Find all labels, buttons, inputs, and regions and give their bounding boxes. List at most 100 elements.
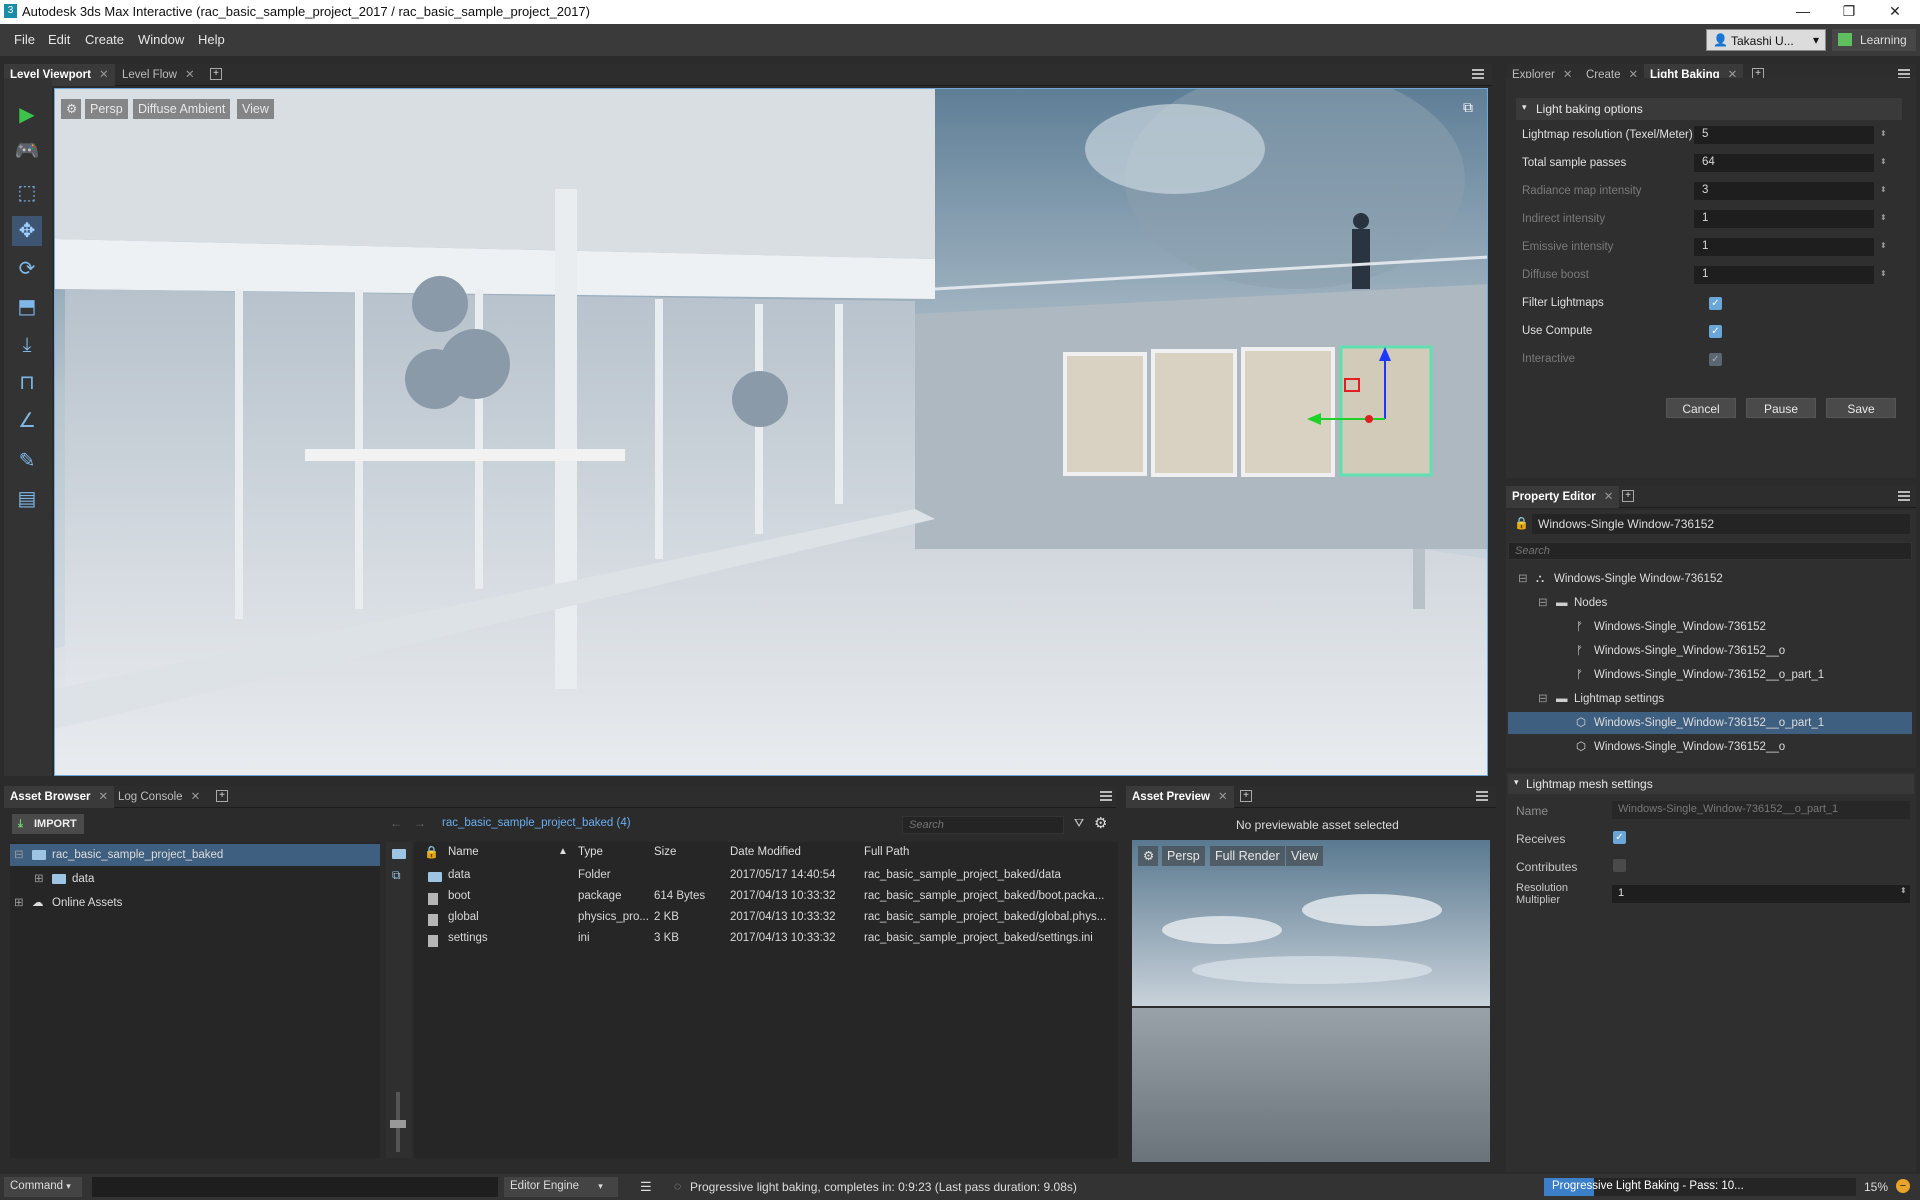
add-tab-icon[interactable]: + (1240, 790, 1252, 802)
spinner-icon[interactable]: ⬍ (1880, 269, 1887, 278)
expand-icon[interactable]: ⊞ (34, 868, 44, 890)
camera-mode-button[interactable]: Persp (85, 99, 128, 119)
list-icon[interactable]: ☰ (640, 1179, 652, 1195)
file-row[interactable]: boot package 614 Bytes 2017/04/13 10:33:32 r… (414, 887, 1118, 907)
maximize-viewport-icon[interactable]: ⧉ (1463, 99, 1473, 116)
close-icon[interactable]: ✕ (99, 791, 109, 803)
tab-property-editor[interactable]: Property Editor ✕ (1506, 486, 1620, 508)
light-baking-field-value[interactable]: 1 (1694, 266, 1874, 284)
paint-brush-icon[interactable]: ✎ (12, 446, 42, 476)
lock-icon[interactable]: 🔒 (1514, 516, 1529, 530)
move-tool-icon[interactable]: ✥ (12, 216, 42, 246)
light-baking-field-value[interactable]: 5 (1694, 126, 1874, 144)
panel-menu-icon[interactable] (1476, 791, 1488, 801)
expand-icon[interactable]: ⊟ (14, 844, 24, 866)
place-tool-icon[interactable]: ⤓ (12, 330, 42, 360)
preview-settings-gear-icon[interactable]: ⚙ (1138, 846, 1158, 866)
tab-log-console[interactable]: Log Console ✕ (112, 786, 206, 808)
menu-window[interactable]: Window (138, 32, 184, 47)
collapse-icon[interactable]: ⊟ (1538, 592, 1548, 614)
close-icon[interactable]: ✕ (1218, 791, 1228, 803)
light-baking-field-value[interactable]: 64 (1694, 154, 1874, 172)
lightmap-mesh-header[interactable]: ▾ Lightmap mesh settings (1508, 774, 1914, 794)
viewport-settings-gear-icon[interactable]: ⚙ (61, 99, 81, 119)
column-size[interactable]: Size (654, 842, 676, 862)
receives-checkbox[interactable]: ✓ (1613, 831, 1626, 844)
select-tool-icon[interactable]: ⬚ (12, 178, 42, 208)
add-tab-icon[interactable]: + (210, 68, 222, 80)
light-baking-checkbox[interactable]: ✓ (1709, 297, 1722, 310)
minimize-button[interactable]: — (1780, 0, 1826, 24)
preview-camera-button[interactable]: Persp (1162, 846, 1205, 866)
snap-tool-icon[interactable]: ⊓ (12, 368, 42, 398)
cancel-button[interactable]: Cancel (1666, 398, 1736, 418)
import-button[interactable]: ⤓ IMPORT (12, 814, 84, 834)
add-tab-icon[interactable]: + (216, 790, 228, 802)
menu-file[interactable]: File (14, 32, 35, 47)
property-tree-item[interactable]: ᚠ Windows-Single_Window-736152__o_part_1 (1508, 664, 1912, 686)
property-tree-item[interactable]: ⊟ ⛬ Windows-Single Window-736152 (1508, 568, 1912, 590)
spinner-icon[interactable]: ⬍ (1880, 129, 1887, 138)
property-tree-item[interactable]: ⊟ ▬ Nodes (1508, 592, 1912, 614)
view-menu-button[interactable]: View (237, 99, 274, 119)
close-icon[interactable]: ✕ (185, 69, 195, 81)
property-tree-item[interactable]: ᚠ Windows-Single_Window-736152 (1508, 616, 1912, 638)
folder-tree-item[interactable]: ⊟ rac_basic_sample_project_baked (10, 844, 380, 866)
file-row[interactable]: global physics_pro... 2 KB 2017/04/13 10:33… (414, 908, 1118, 928)
column-type[interactable]: Type (578, 842, 603, 862)
property-tree-item[interactable]: ⊟ ▬ Lightmap settings (1508, 688, 1912, 710)
level-viewport[interactable]: ⚙ Persp Diffuse Ambient View ⧉ (54, 88, 1488, 776)
property-tree-item[interactable]: ⬡ Windows-Single_Window-736152__o_part_1 (1508, 712, 1912, 734)
add-tab-icon[interactable]: + (1622, 490, 1634, 502)
preview-view-button[interactable]: View (1286, 846, 1323, 866)
zoom-slider-handle[interactable] (390, 1120, 406, 1128)
command-input[interactable] (92, 1177, 498, 1197)
save-button[interactable]: Save (1826, 398, 1896, 418)
rotate-tool-icon[interactable]: ⟳ (12, 254, 42, 284)
forward-arrow-icon[interactable]: → (414, 816, 426, 830)
file-row[interactable]: data Folder 2017/05/17 14:40:54 rac_basic_s… (414, 866, 1118, 886)
play-icon[interactable]: ▶ (12, 100, 42, 130)
shading-mode-button[interactable]: Diffuse Ambient (133, 99, 231, 119)
layers-icon[interactable]: ▤ (12, 484, 42, 514)
folder-view-icon[interactable] (392, 846, 406, 860)
property-tree-item[interactable]: ⬡ Windows-Single_Window-736152__o (1508, 736, 1912, 758)
menu-create[interactable]: Create (85, 32, 124, 47)
menu-edit[interactable]: Edit (48, 32, 70, 47)
menu-help[interactable]: Help (198, 32, 225, 47)
light-baking-field-value[interactable]: 3 (1694, 182, 1874, 200)
gear-icon[interactable]: ⚙ (1094, 814, 1107, 832)
light-baking-options-header[interactable]: ▾ Light baking options (1516, 98, 1902, 120)
restore-button[interactable]: ❐ (1826, 0, 1872, 24)
command-mode-dropdown[interactable]: Command ▾ (4, 1177, 82, 1197)
tab-asset-browser[interactable]: Asset Browser ✕ (4, 786, 115, 808)
filter-icon[interactable]: ⛛ (1074, 816, 1084, 831)
spinner-icon[interactable]: ⬍ (1880, 241, 1887, 250)
learning-button[interactable]: Learning (1832, 29, 1916, 51)
file-row[interactable]: settings ini 3 KB 2017/04/13 10:33:32 rac_ba… (414, 929, 1118, 949)
column-full-path[interactable]: Full Path (864, 842, 909, 862)
preview-viewport[interactable]: ⚙ Persp Full Render View (1132, 840, 1490, 1162)
contributes-checkbox[interactable] (1613, 859, 1626, 872)
collapse-icon[interactable]: ⊟ (1538, 688, 1548, 710)
user-account-dropdown[interactable]: 👤 Takashi U... ▾ (1706, 29, 1826, 51)
light-baking-field-value[interactable]: 1 (1694, 210, 1874, 228)
asset-search-input[interactable] (902, 816, 1064, 834)
folder-tree-item[interactable]: ⊞ ☁ Online Assets (10, 892, 380, 914)
column-date-modified[interactable]: Date Modified (730, 842, 801, 862)
package-icon[interactable]: ⧉ (392, 868, 401, 883)
close-button[interactable]: ✕ (1872, 0, 1918, 24)
spinner-icon[interactable]: ⬍ (1880, 157, 1887, 166)
stop-icon[interactable]: − (1896, 1179, 1910, 1193)
expand-icon[interactable]: ⊞ (14, 892, 24, 914)
scale-tool-icon[interactable]: ⬒ (12, 292, 42, 322)
property-search-input[interactable] (1508, 542, 1912, 560)
property-tree-item[interactable]: ᚠ Windows-Single_Window-736152__o (1508, 640, 1912, 662)
preview-render-mode-button[interactable]: Full Render (1210, 846, 1285, 866)
collapse-icon[interactable]: ⊟ (1518, 568, 1528, 590)
column-name[interactable]: Name (448, 842, 479, 862)
angle-snap-icon[interactable]: ∠ (12, 406, 42, 436)
light-baking-checkbox[interactable]: ✓ (1709, 325, 1722, 338)
back-arrow-icon[interactable]: ← (390, 816, 402, 830)
tab-level-flow[interactable]: Level Flow ✕ (116, 64, 201, 86)
